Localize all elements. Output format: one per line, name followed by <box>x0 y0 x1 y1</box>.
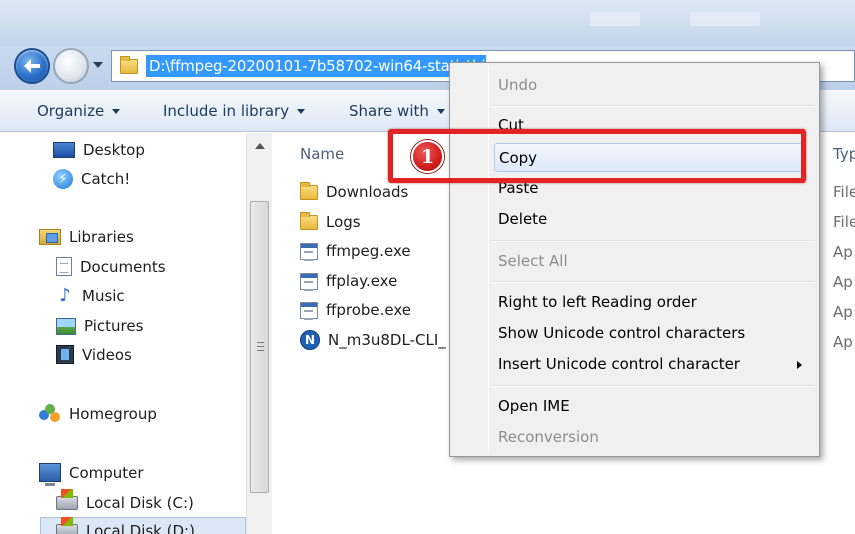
chevron-down-icon <box>436 108 445 114</box>
chevron-down-icon <box>112 108 121 114</box>
file-type: File <box>833 183 855 201</box>
titlebar-blur <box>690 12 760 26</box>
desktop-icon <box>53 142 75 158</box>
nav-item-documents[interactable]: Documents <box>56 257 166 276</box>
computer-icon <box>39 463 61 486</box>
nav-item-label: Desktop <box>83 141 145 159</box>
file-row-logs[interactable]: Logs <box>300 211 361 231</box>
recent-pages-dropdown[interactable] <box>93 62 103 68</box>
folder-icon <box>120 55 138 74</box>
exe-icon <box>300 272 318 291</box>
titlebar-blur <box>590 12 640 26</box>
grip-icon <box>257 342 264 351</box>
file-name: Logs <box>326 213 361 231</box>
file-type: Ap <box>833 273 853 291</box>
column-header-type[interactable]: Typ <box>833 145 855 163</box>
libraries-icon <box>39 229 61 245</box>
file-type: Ap <box>833 333 853 351</box>
share-with-label: Share with <box>349 102 429 120</box>
nav-item-label: Pictures <box>84 317 144 335</box>
menu-item-delete[interactable]: Delete <box>498 210 547 228</box>
nav-item-label: Music <box>82 287 125 305</box>
submenu-arrow-icon <box>797 361 802 369</box>
nav-item-homegroup[interactable]: Homegroup <box>39 404 157 424</box>
navigation-pane: Desktop ⚡ Catch! Libraries Documents ♪ M… <box>0 133 272 534</box>
organize-button[interactable]: Organize <box>37 102 121 120</box>
nav-item-label: Libraries <box>69 228 134 246</box>
menu-item-undo[interactable]: Undo <box>498 76 537 94</box>
scrollbar-thumb[interactable] <box>250 201 269 493</box>
nav-scrollbar[interactable] <box>246 133 272 534</box>
file-type: Ap <box>833 303 853 321</box>
nav-item-music[interactable]: ♪ Music <box>56 285 125 306</box>
nav-item-label: Homegroup <box>69 405 157 423</box>
menu-item-open-ime[interactable]: Open IME <box>498 397 570 415</box>
folder-icon <box>300 181 318 200</box>
n-app-icon: N <box>300 330 320 350</box>
share-with-button[interactable]: Share with <box>349 102 445 120</box>
nav-item-label: Catch! <box>81 170 131 188</box>
file-type: Ap <box>833 243 853 261</box>
nav-item-libraries[interactable]: Libraries <box>39 228 134 246</box>
include-in-library-button[interactable]: Include in library <box>163 102 306 120</box>
file-type: File <box>833 213 855 231</box>
nav-item-videos[interactable]: Videos <box>56 345 132 364</box>
menu-item-insert-unicode-control[interactable]: Insert Unicode control character <box>498 355 740 373</box>
file-name: Downloads <box>326 183 409 201</box>
forward-button[interactable] <box>53 48 89 84</box>
back-arrow-icon <box>24 59 40 73</box>
menu-item-select-all[interactable]: Select All <box>498 252 568 270</box>
nav-item-label: Local Disk (C:) <box>86 494 194 512</box>
menu-item-reconversion[interactable]: Reconversion <box>498 428 599 446</box>
menu-separator <box>492 281 814 283</box>
include-in-library-label: Include in library <box>163 102 290 120</box>
nav-item-label: Documents <box>80 257 166 276</box>
documents-icon <box>56 257 72 276</box>
folder-icon <box>300 211 318 230</box>
local-disk-icon <box>56 517 78 534</box>
step-number-badge: 1 <box>411 140 444 173</box>
file-row-downloads[interactable]: Downloads <box>300 181 409 201</box>
column-header-name[interactable]: Name <box>300 145 344 163</box>
pictures-icon <box>56 317 76 335</box>
nav-item-catch[interactable]: ⚡ Catch! <box>53 169 130 189</box>
context-menu: Undo Cut Copy Paste Delete Select All Ri… <box>449 62 820 457</box>
file-name: N_m3u8DL-CLI_ <box>328 331 446 349</box>
organize-label: Organize <box>37 102 105 120</box>
back-button[interactable] <box>14 48 50 84</box>
menu-separator <box>492 240 814 242</box>
window-titlebar <box>0 0 855 46</box>
nav-item-pictures[interactable]: Pictures <box>56 317 143 335</box>
homegroup-icon <box>39 404 61 424</box>
music-icon: ♪ <box>59 285 71 306</box>
exe-icon <box>300 301 318 320</box>
nav-item-computer[interactable]: Computer <box>39 463 144 486</box>
file-row-n-m3u8dl[interactable]: N N_m3u8DL-CLI_ <box>300 330 446 350</box>
chevron-down-icon <box>297 108 306 114</box>
file-row-ffmpeg[interactable]: ffmpeg.exe <box>300 242 411 261</box>
file-name: ffplay.exe <box>326 272 398 290</box>
annotation-highlight-box <box>388 129 806 183</box>
file-row-ffplay[interactable]: ffplay.exe <box>300 272 398 291</box>
catch-icon: ⚡ <box>53 169 73 189</box>
menu-gutter <box>488 65 489 454</box>
scroll-up-icon[interactable] <box>255 143 265 149</box>
file-row-ffprobe[interactable]: ffprobe.exe <box>300 301 411 320</box>
exe-icon <box>300 242 318 261</box>
nav-item-label: Videos <box>82 345 132 364</box>
menu-separator <box>492 385 814 387</box>
videos-icon <box>56 345 74 364</box>
nav-item-desktop[interactable]: Desktop <box>53 141 145 159</box>
file-name: ffmpeg.exe <box>326 242 411 260</box>
file-name: ffprobe.exe <box>326 301 411 319</box>
menu-item-rtl-reading-order[interactable]: Right to left Reading order <box>498 293 697 311</box>
address-path[interactable]: D:\ffmpeg-20200101-7b58702-win64-static\… <box>146 55 486 77</box>
local-disk-icon <box>56 489 78 510</box>
nav-item-label: Local Disk (D:) <box>86 522 195 534</box>
menu-item-show-unicode-control[interactable]: Show Unicode control characters <box>498 324 745 342</box>
nav-item-local-disk-c[interactable]: Local Disk (C:) <box>56 489 194 512</box>
nav-item-local-disk-d-label: Local Disk (D:) <box>56 517 195 534</box>
menu-separator <box>492 105 814 107</box>
nav-item-label: Computer <box>69 463 144 482</box>
